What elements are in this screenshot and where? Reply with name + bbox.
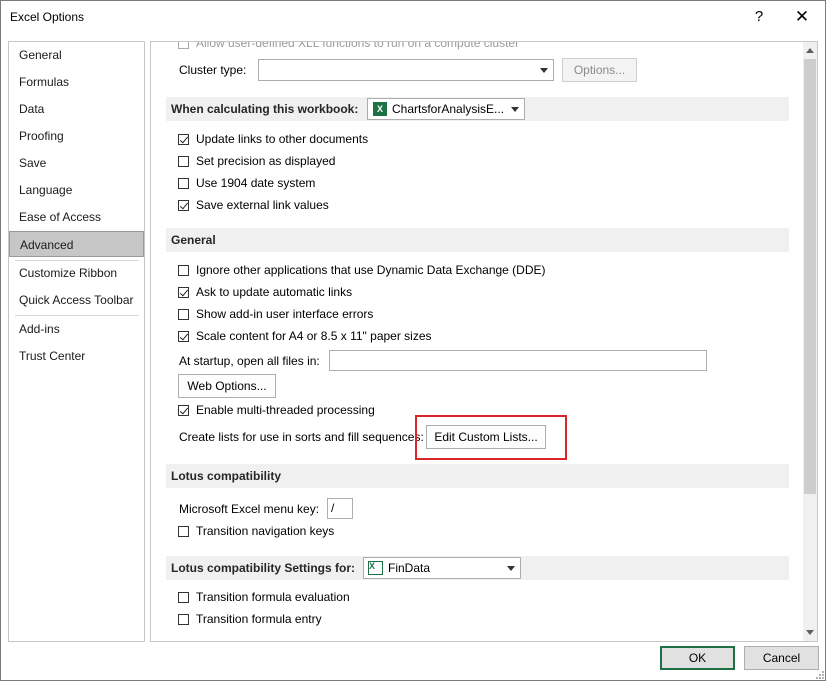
section-header: Lotus compatibility Settings for: bbox=[171, 561, 356, 575]
scroll-up-icon[interactable] bbox=[806, 48, 814, 53]
nav-item-language[interactable]: Language bbox=[9, 177, 144, 203]
cancel-button[interactable]: Cancel bbox=[744, 646, 819, 670]
startup-folder-input[interactable] bbox=[329, 350, 707, 371]
scale-content-option[interactable]: Scale content for A4 or 8.5 x 11" paper … bbox=[178, 326, 432, 346]
option-label: Scale content for A4 or 8.5 x 11" paper … bbox=[196, 329, 432, 343]
section-lotus-compatibility: Lotus compatibility bbox=[166, 464, 789, 488]
multithread-checkbox[interactable] bbox=[178, 405, 189, 416]
option-label: Update links to other documents bbox=[196, 132, 369, 146]
vertical-scrollbar[interactable] bbox=[803, 42, 817, 641]
dialog-title: Excel Options bbox=[10, 10, 85, 24]
section-general: General bbox=[166, 228, 789, 252]
title-bar: Excel Options ? ✕ bbox=[1, 1, 825, 33]
worksheet-icon bbox=[368, 561, 383, 575]
web-options-button[interactable]: Web Options... bbox=[178, 374, 276, 398]
xll-cluster-label: Allow user-defined XLL functions to run … bbox=[196, 41, 520, 50]
sheet-name: FinData bbox=[388, 561, 431, 575]
nav-keys-option[interactable]: Transition navigation keys bbox=[178, 521, 334, 541]
date-1904-option[interactable]: Use 1904 date system bbox=[178, 173, 315, 193]
ignore-dde-option[interactable]: Ignore other applications that use Dynam… bbox=[178, 260, 546, 280]
excel-workbook-icon: X bbox=[373, 102, 387, 116]
section-header: Lotus compatibility bbox=[171, 469, 282, 483]
menu-key-input[interactable]: / bbox=[327, 498, 353, 519]
workbook-name: ChartsforAnalysisE... bbox=[392, 102, 505, 116]
nav-item-save[interactable]: Save bbox=[9, 150, 144, 176]
xll-cluster-option[interactable]: Allow user-defined XLL functions to run … bbox=[178, 41, 520, 53]
menu-key-label: Microsoft Excel menu key: bbox=[179, 502, 320, 516]
xll-cluster-checkbox[interactable] bbox=[178, 42, 189, 49]
chevron-down-icon bbox=[507, 566, 515, 571]
nav-item-trust-center[interactable]: Trust Center bbox=[9, 343, 144, 369]
help-button[interactable]: ? bbox=[739, 5, 779, 29]
formula-evaluation-option[interactable]: Transition formula evaluation bbox=[178, 587, 350, 607]
scale-content-checkbox[interactable] bbox=[178, 331, 189, 342]
set-precision-option[interactable]: Set precision as displayed bbox=[178, 151, 335, 171]
scrollbar-thumb[interactable] bbox=[804, 59, 816, 494]
ignore-dde-checkbox[interactable] bbox=[178, 265, 189, 276]
date-1904-checkbox[interactable] bbox=[178, 178, 189, 189]
options-nav: General Formulas Data Proofing Save Lang… bbox=[8, 41, 145, 642]
chevron-down-icon bbox=[540, 68, 548, 73]
formula-entry-checkbox[interactable] bbox=[178, 614, 189, 625]
ask-update-links-checkbox[interactable] bbox=[178, 287, 189, 298]
option-label: Transition formula evaluation bbox=[196, 590, 350, 604]
chevron-down-icon bbox=[511, 107, 519, 112]
set-precision-checkbox[interactable] bbox=[178, 156, 189, 167]
cluster-type-dropdown[interactable] bbox=[258, 59, 554, 81]
nav-item-general[interactable]: General bbox=[9, 42, 144, 68]
close-button[interactable]: ✕ bbox=[782, 5, 822, 29]
startup-folder-label: At startup, open all files in: bbox=[179, 354, 320, 368]
save-external-links-option[interactable]: Save external link values bbox=[178, 195, 329, 215]
option-label: Ignore other applications that use Dynam… bbox=[196, 263, 546, 277]
workbook-dropdown[interactable]: X ChartsforAnalysisE... bbox=[367, 98, 525, 120]
nav-item-formulas[interactable]: Formulas bbox=[9, 69, 144, 95]
addin-errors-checkbox[interactable] bbox=[178, 309, 189, 320]
sheet-dropdown[interactable]: FinData bbox=[363, 557, 521, 579]
save-external-links-checkbox[interactable] bbox=[178, 200, 189, 211]
update-links-option[interactable]: Update links to other documents bbox=[178, 129, 368, 149]
nav-item-add-ins[interactable]: Add-ins bbox=[9, 316, 144, 342]
formula-entry-option[interactable]: Transition formula entry bbox=[178, 609, 322, 629]
ok-button[interactable]: OK bbox=[660, 646, 735, 670]
cluster-options-button[interactable]: Options... bbox=[562, 58, 637, 82]
highlight-box bbox=[415, 415, 567, 460]
option-label: Save external link values bbox=[196, 198, 329, 212]
cluster-type-label: Cluster type: bbox=[179, 63, 247, 77]
nav-item-ease-of-access[interactable]: Ease of Access bbox=[9, 204, 144, 230]
ask-update-links-option[interactable]: Ask to update automatic links bbox=[178, 282, 352, 302]
resize-grip-icon[interactable] bbox=[815, 670, 825, 680]
nav-keys-checkbox[interactable] bbox=[178, 526, 189, 537]
option-label: Use 1904 date system bbox=[196, 176, 316, 190]
nav-item-customize-ribbon[interactable]: Customize Ribbon bbox=[9, 260, 144, 286]
addin-errors-option[interactable]: Show add-in user interface errors bbox=[178, 304, 373, 324]
formula-evaluation-checkbox[interactable] bbox=[178, 592, 189, 603]
nav-item-data[interactable]: Data bbox=[9, 96, 144, 122]
option-label: Transition formula entry bbox=[196, 612, 322, 626]
nav-item-quick-access-toolbar[interactable]: Quick Access Toolbar bbox=[9, 287, 144, 313]
option-label: Set precision as displayed bbox=[196, 154, 336, 168]
multithread-option[interactable]: Enable multi-threaded processing bbox=[178, 400, 375, 420]
custom-lists-label: Create lists for use in sorts and fill s… bbox=[179, 430, 424, 444]
update-links-checkbox[interactable] bbox=[178, 134, 189, 145]
option-label: Enable multi-threaded processing bbox=[196, 403, 375, 417]
option-label: Ask to update automatic links bbox=[196, 285, 353, 299]
option-label: Transition navigation keys bbox=[196, 524, 335, 538]
nav-item-proofing[interactable]: Proofing bbox=[9, 123, 144, 149]
advanced-options-pane: Allow user-defined XLL functions to run … bbox=[150, 41, 818, 642]
option-label: Show add-in user interface errors bbox=[196, 307, 374, 321]
section-header: When calculating this workbook: bbox=[171, 102, 359, 116]
section-header: General bbox=[171, 233, 216, 247]
scroll-down-icon[interactable] bbox=[806, 630, 814, 635]
nav-item-advanced[interactable]: Advanced bbox=[9, 231, 144, 257]
